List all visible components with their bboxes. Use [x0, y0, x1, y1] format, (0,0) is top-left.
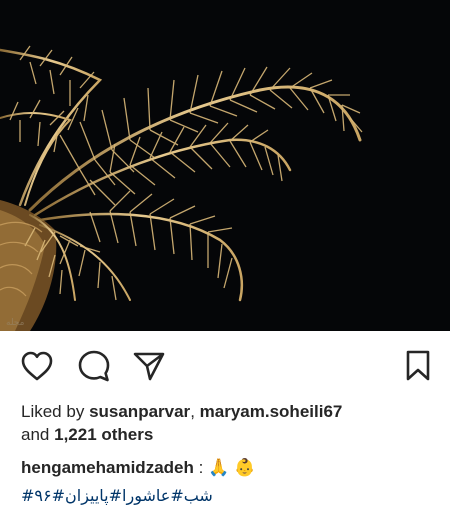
caption-hashtags: #شب#عاشورا#پاییزان#۹۶	[21, 484, 431, 508]
hashtag-link[interactable]: #پاییزان	[65, 486, 122, 505]
paper-plane-icon	[133, 352, 165, 381]
likes-summary: Liked by susanparvar, maryam.soheili67 a…	[21, 400, 431, 446]
caption-text: : 🙏 👶	[198, 458, 256, 477]
heart-icon	[21, 351, 53, 381]
liker-link[interactable]: susanparvar	[89, 402, 190, 421]
bookmark-icon	[406, 350, 430, 381]
share-button[interactable]	[131, 348, 167, 384]
likes-and: and	[21, 425, 50, 444]
like-button[interactable]	[19, 348, 55, 384]
post-photo[interactable]: مجله	[0, 0, 450, 331]
palm-frond-image: مجله	[0, 0, 450, 331]
watermark-text: مجله	[6, 318, 25, 328]
likes-separator: ,	[190, 402, 195, 421]
post-caption: hengamehamidzadeh : 🙏 👶	[21, 456, 431, 480]
hashtag-link[interactable]: #عاشورا	[122, 486, 184, 505]
likes-count-link[interactable]: 1,221 others	[54, 425, 153, 444]
comment-button[interactable]	[76, 348, 112, 384]
caption-username[interactable]: hengamehamidzadeh	[21, 458, 194, 477]
hashtag-link[interactable]: #۹۶	[34, 486, 65, 505]
liker-link[interactable]: maryam.soheili67	[200, 402, 343, 421]
comment-bubble-icon	[78, 350, 110, 382]
likes-prefix: Liked by	[21, 402, 85, 421]
save-button[interactable]	[400, 348, 436, 384]
post-action-bar	[0, 331, 450, 399]
